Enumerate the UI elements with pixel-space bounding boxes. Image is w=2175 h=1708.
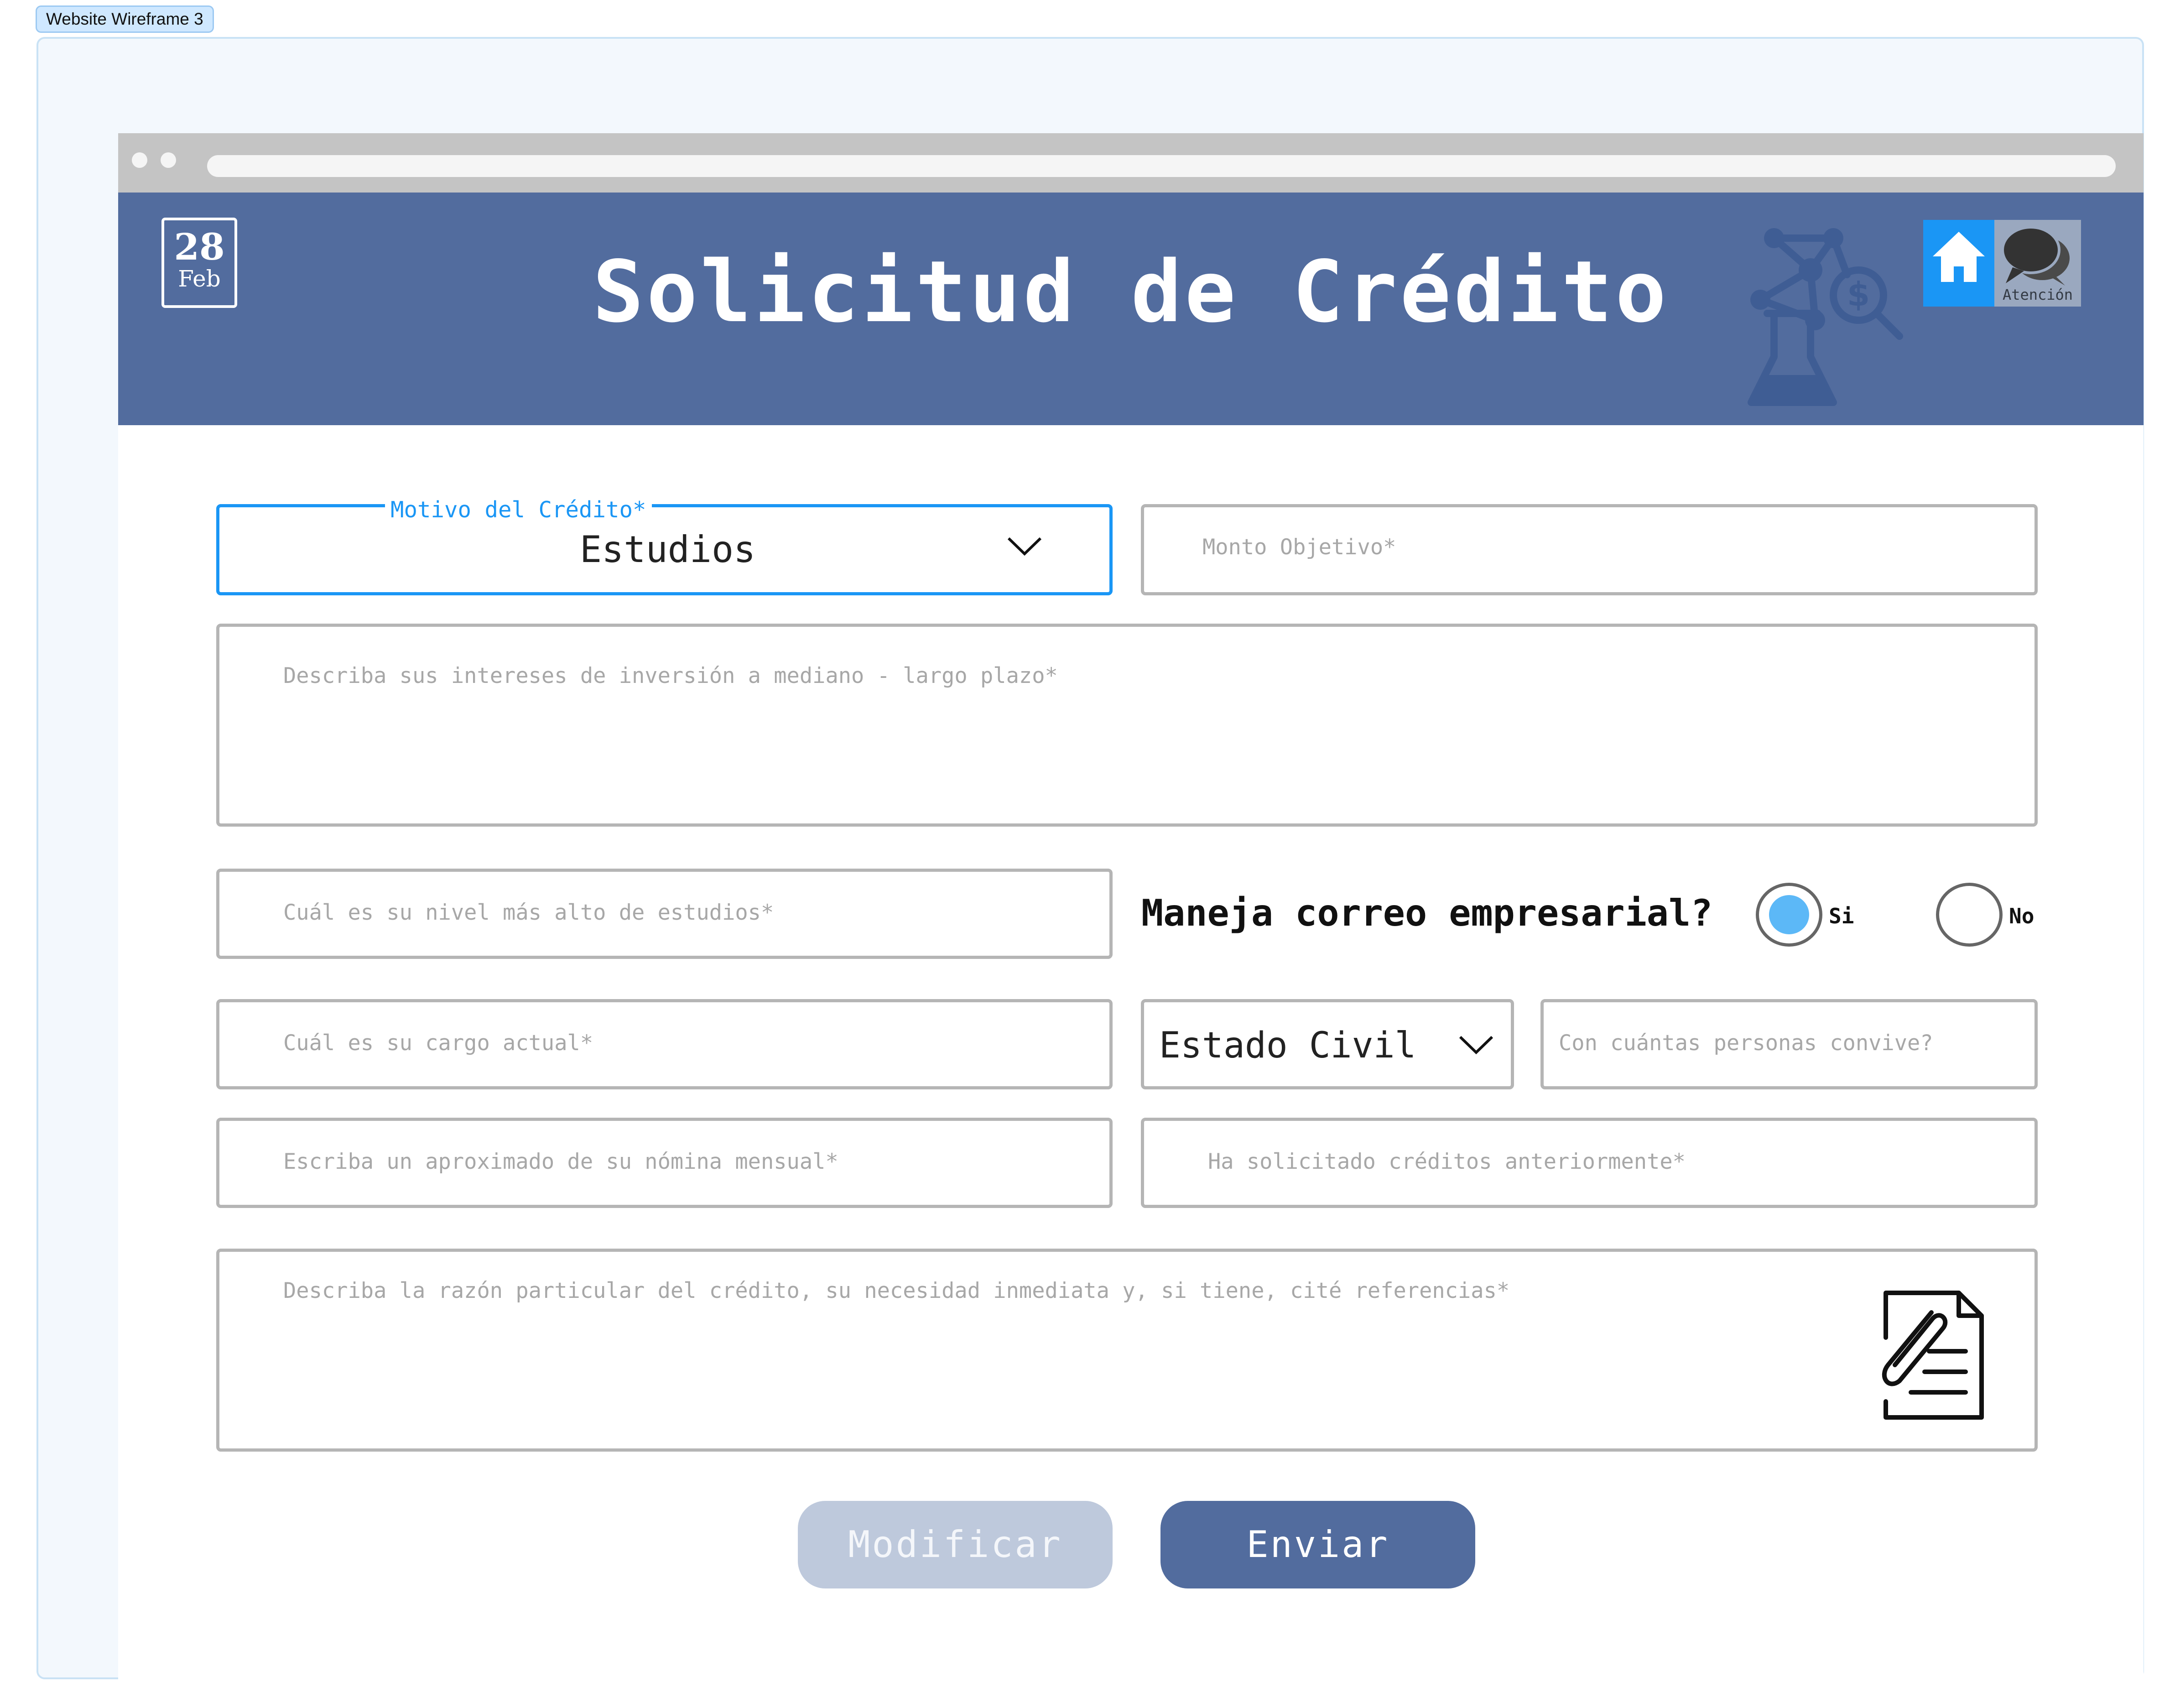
document-attach-icon[interactable]	[1861, 1287, 1993, 1424]
radio-selected-dot	[1769, 895, 1809, 934]
intereses-placeholder: Describa sus intereses de inversión a me…	[283, 663, 1058, 688]
attention-label: Atención	[2002, 286, 2073, 303]
cargo-placeholder: Cuál es su cargo actual*	[283, 1031, 593, 1056]
cargo-input[interactable]: Cuál es su cargo actual*	[216, 999, 1113, 1089]
convive-input[interactable]: Con cuántas personas convive?	[1540, 999, 2038, 1089]
nomina-placeholder: Escriba un aproximado de su nómina mensu…	[283, 1149, 838, 1174]
page-header: 28 Feb Solicitud de Crédito $ Atención	[118, 193, 2144, 425]
radio-no-label: No	[2009, 904, 2035, 928]
attention-button[interactable]: Atención	[1994, 220, 2081, 307]
window-dot[interactable]	[132, 152, 147, 168]
browser-chrome	[118, 133, 2144, 193]
estudios-placeholder: Cuál es su nivel más alto de estudios*	[283, 900, 774, 925]
convive-placeholder: Con cuántas personas convive?	[1559, 1031, 1933, 1056]
monto-placeholder: Monto Objetivo*	[1202, 535, 1396, 560]
home-icon	[1933, 232, 1985, 282]
razon-textarea[interactable]: Describa la razón particular del crédito…	[216, 1249, 2038, 1452]
razon-placeholder: Describa la razón particular del crédito…	[283, 1278, 1510, 1303]
wireframe-frame: 28 Feb Solicitud de Crédito $ Atención E…	[36, 37, 2144, 1687]
estado-civil-value: Estado Civil	[1159, 1025, 1416, 1066]
nomina-input[interactable]: Escriba un aproximado de su nómina mensu…	[216, 1118, 1113, 1208]
correo-question: Maneja correo empresarial?	[1141, 892, 1713, 934]
motivo-label: Motivo del Crédito*	[385, 497, 652, 523]
radio-si[interactable]	[1756, 883, 1822, 947]
intereses-textarea[interactable]: Describa sus intereses de inversión a me…	[216, 624, 2038, 827]
estudios-input[interactable]: Cuál es su nivel más alto de estudios*	[216, 869, 1113, 959]
browser-window: 28 Feb Solicitud de Crédito $ Atención E…	[118, 133, 2144, 1687]
estado-civil-select[interactable]: Estado Civil	[1141, 999, 1514, 1089]
frame-label: Website Wireframe 3	[36, 5, 214, 33]
chevron-down-icon	[1459, 1036, 1493, 1055]
radio-no[interactable]	[1936, 883, 2003, 947]
monto-input[interactable]: Monto Objetivo*	[1141, 504, 2038, 595]
address-bar[interactable]	[207, 155, 2116, 177]
radio-si-label: Si	[1829, 904, 1854, 928]
chat-bubbles-icon	[2001, 226, 2070, 286]
creditos-input[interactable]: Ha solicitado créditos anteriormente*	[1141, 1118, 2038, 1208]
motivo-select[interactable]: Estudios	[216, 504, 1113, 595]
chevron-down-icon	[1007, 537, 1042, 556]
home-button[interactable]	[1923, 220, 1994, 307]
creditos-placeholder: Ha solicitado créditos anteriormente*	[1208, 1149, 1686, 1174]
send-button[interactable]: Enviar	[1160, 1501, 1475, 1588]
motivo-value: Estudios	[580, 528, 756, 571]
modify-button[interactable]: Modificar	[798, 1501, 1113, 1588]
svg-text:$: $	[1847, 275, 1870, 313]
window-dot[interactable]	[161, 152, 176, 168]
